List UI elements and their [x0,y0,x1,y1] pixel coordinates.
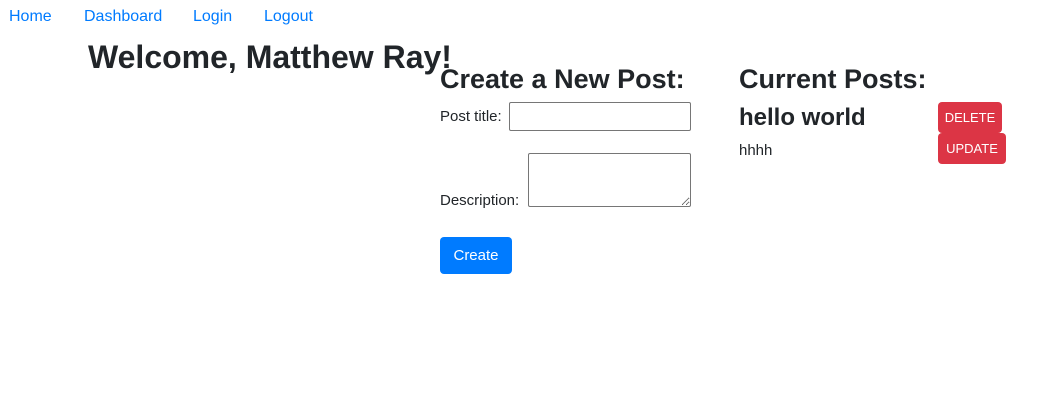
nav-link-logout[interactable]: Logout [264,8,313,26]
post-title: hello world [739,104,866,131]
create-post-heading: Create a New Post: [440,64,685,94]
current-posts-heading: Current Posts: [739,64,927,94]
welcome-heading: Welcome, Matthew Ray! [88,39,452,75]
update-post-button[interactable]: UPDATE [938,133,1006,164]
nav-link-home[interactable]: Home [9,8,52,26]
post-title-label: Post title: [440,108,502,125]
description-label: Description: [440,192,520,209]
page: Home Dashboard Login Logout Welcome, Mat… [0,0,1049,408]
post-description: hhhh [739,142,773,159]
create-button[interactable]: Create [440,237,512,274]
nav-link-login[interactable]: Login [193,8,232,26]
delete-post-button[interactable]: DELETE [938,102,1002,133]
nav-link-dashboard[interactable]: Dashboard [84,8,162,26]
description-textarea[interactable] [528,153,691,207]
post-title-input[interactable] [509,102,691,131]
